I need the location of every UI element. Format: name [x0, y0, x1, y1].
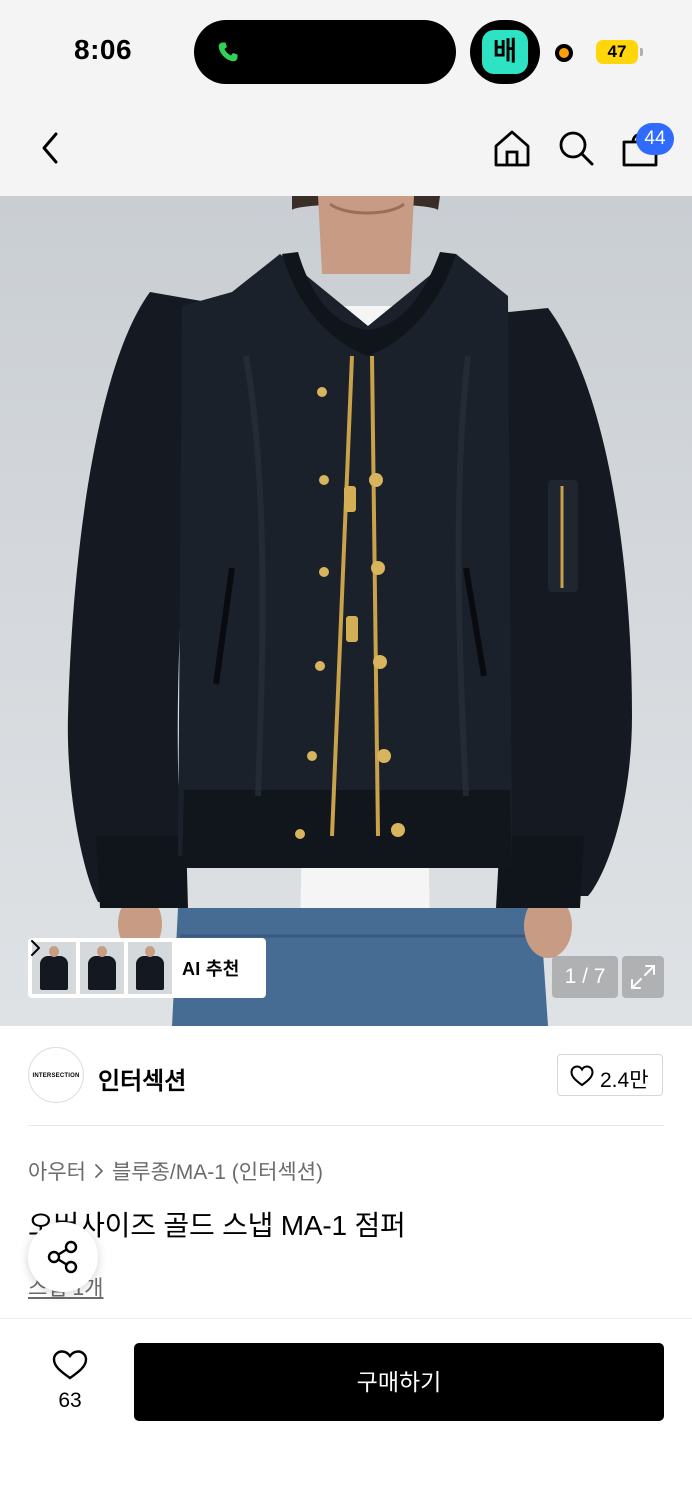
ai-thumbnail	[80, 942, 124, 994]
image-counter: 1 / 7	[552, 956, 618, 998]
status-bar: 8:06 배 47	[0, 0, 692, 100]
breadcrumb-category[interactable]: 아우터	[28, 1156, 86, 1186]
heart-icon	[52, 1350, 88, 1380]
brand-logo[interactable]: INTERSECTION	[28, 1047, 84, 1103]
breadcrumb: 아우터 블루종/MA-1 (인터섹션)	[28, 1156, 323, 1186]
battery-indicator: 47	[596, 40, 643, 64]
brand-like-count: 2.4만	[600, 1069, 649, 1092]
chevron-right-icon	[95, 1164, 103, 1178]
ai-recommend-label: AI 추천	[182, 959, 240, 979]
app-badge: 배	[482, 30, 528, 74]
live-activity[interactable]: 배	[470, 20, 540, 84]
dynamic-island[interactable]	[194, 20, 456, 84]
back-icon[interactable]	[32, 128, 72, 168]
status-time: 8:06	[74, 34, 133, 65]
brand-name[interactable]: 인터섹션	[98, 1061, 186, 1096]
wish-button[interactable]: 63	[40, 1349, 100, 1419]
heart-icon	[570, 1065, 594, 1087]
mic-indicator	[555, 44, 573, 62]
breadcrumb-subcategory[interactable]: 블루종/MA-1 (인터섹션)	[112, 1156, 323, 1186]
top-navbar	[0, 100, 692, 196]
bottom-action-bar: 63 구매하기	[0, 1318, 692, 1500]
wish-count: 63	[58, 1389, 82, 1412]
ai-recommend-button[interactable]: AI 추천	[28, 938, 266, 998]
search-icon[interactable]	[556, 128, 596, 168]
divider	[28, 1125, 664, 1126]
cart-count-badge: 44	[636, 123, 674, 155]
chevron-right-icon	[31, 940, 40, 956]
phone-icon	[218, 42, 238, 62]
home-icon[interactable]	[492, 128, 532, 168]
expand-button[interactable]	[622, 956, 664, 998]
product-photo	[67, 196, 632, 1026]
expand-icon	[631, 965, 655, 989]
share-icon	[47, 1240, 78, 1274]
product-image[interactable]: AI 추천 1 / 7	[0, 196, 692, 1026]
share-button[interactable]	[28, 1222, 98, 1292]
ai-thumbnail	[128, 942, 172, 994]
brand-like-button[interactable]: 2.4만	[557, 1054, 663, 1096]
buy-button[interactable]: 구매하기	[134, 1343, 664, 1421]
